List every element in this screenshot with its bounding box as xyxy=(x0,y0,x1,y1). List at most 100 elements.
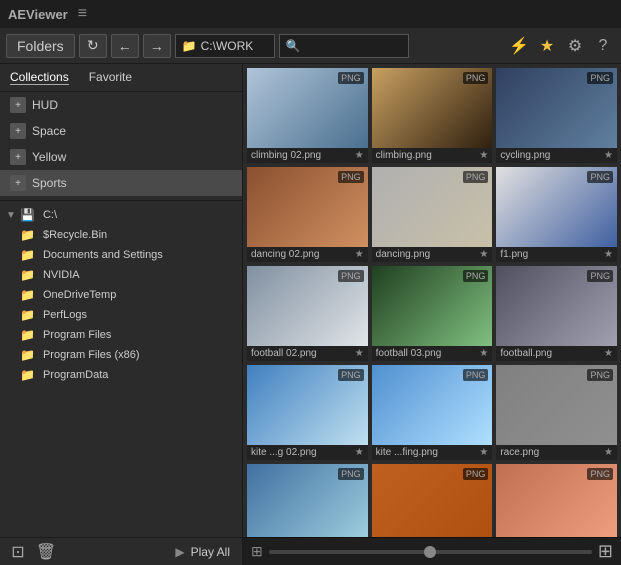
delete-btn[interactable]: 🗑 xyxy=(34,540,58,564)
thumb-star-climbing[interactable]: ★ xyxy=(479,150,488,161)
tree-item-onedrivetemp[interactable]: 📁 OneDriveTemp xyxy=(0,285,242,305)
collection-item-hud[interactable]: +HUD xyxy=(0,92,242,118)
thumb-star-football[interactable]: ★ xyxy=(604,348,613,359)
thumb-item-climbing02[interactable]: PNGclimbing 02.png★ xyxy=(247,68,368,163)
thumb-item-run[interactable]: PNGrun.png★ xyxy=(496,464,617,537)
forward-button[interactable]: → xyxy=(143,34,171,58)
main-layout: Collections Favorite +HUD+Space+Yellow+S… xyxy=(0,64,621,565)
thumb-item-football02[interactable]: PNGfootball 02.png★ xyxy=(247,266,368,361)
thumb-star-kite02[interactable]: ★ xyxy=(355,447,364,458)
collections-tab[interactable]: Collections xyxy=(10,70,69,85)
settings-button[interactable]: ⚙ xyxy=(563,34,587,58)
thumb-star-kite[interactable]: ★ xyxy=(479,447,488,458)
thumb-image-race: PNG xyxy=(496,365,617,445)
thumb-item-kite02[interactable]: PNG kite ...g 02.png★ xyxy=(247,365,368,460)
folder-icon-programdata: 📁 xyxy=(20,368,35,382)
thumb-item-cycling[interactable]: PNG cycling.png ★ xyxy=(496,68,617,163)
thumb-badge-kite02: PNG xyxy=(338,369,364,381)
thumb-badge-f1: PNG xyxy=(587,171,613,183)
tree-item-recycle[interactable]: 📁$Recycle.Bin xyxy=(0,225,242,245)
refresh-button[interactable]: ↻ xyxy=(79,34,107,58)
title-bar: AEViewer ≡ xyxy=(0,0,621,28)
thumb-image-climbing: PNG xyxy=(372,68,493,148)
thumb-label-row-dancing: dancing.png★ xyxy=(372,247,493,262)
back-button[interactable]: ← xyxy=(111,34,139,58)
thumb-badge-kite: PNG xyxy=(463,369,489,381)
help-button[interactable]: ? xyxy=(591,34,615,58)
thumb-item-race[interactable]: PNGrace.png★ xyxy=(496,365,617,460)
thumb-star-football02[interactable]: ★ xyxy=(355,348,364,359)
folder-icon-onedrivetemp: 📁 xyxy=(20,288,35,302)
thumb-label-row-football03: football 03.png★ xyxy=(372,346,493,361)
thumb-item-kite[interactable]: PNGkite ...fing.png★ xyxy=(372,365,493,460)
collection-item-yellow[interactable]: +Yellow xyxy=(0,144,242,170)
thumb-star-climbing02[interactable]: ★ xyxy=(355,150,364,161)
sidebar-divider xyxy=(0,200,242,201)
tree-label-programfiles: Program Files xyxy=(43,329,111,341)
thumb-label-row-kite02: kite ...g 02.png★ xyxy=(247,445,368,460)
tree-item-programfiles[interactable]: 📁Program Files xyxy=(0,325,242,345)
star-button[interactable]: ★ xyxy=(535,34,559,58)
thumb-item-run03[interactable]: PNGrun 03.png★ xyxy=(372,464,493,537)
thumb-label-row-football: football.png ★ xyxy=(496,346,617,361)
favorite-tab[interactable]: Favorite xyxy=(89,70,132,85)
thumb-star-race[interactable]: ★ xyxy=(604,447,613,458)
thumb-star-dancing[interactable]: ★ xyxy=(479,249,488,260)
thumb-label-row-f1: f1.png★ xyxy=(496,247,617,262)
menu-icon[interactable]: ≡ xyxy=(78,5,87,23)
thumb-star-dancing02[interactable]: ★ xyxy=(355,249,364,260)
thumb-star-cycling[interactable]: ★ xyxy=(604,150,613,161)
thumb-badge-football03: PNG xyxy=(463,270,489,282)
thumb-star-football03[interactable]: ★ xyxy=(479,348,488,359)
tree-label-programdata: ProgramData xyxy=(43,369,108,381)
thumb-filename-climbing: climbing.png xyxy=(376,150,432,161)
thumb-item-f1[interactable]: PNG f1.png★ xyxy=(496,167,617,262)
collection-icon-space: + xyxy=(10,123,26,139)
folder-icon: 📁 xyxy=(182,39,197,53)
thumb-label-row-cycling: cycling.png ★ xyxy=(496,148,617,163)
thumb-item-football03[interactable]: PNG football 03.png★ xyxy=(372,266,493,361)
tree-item-programdata[interactable]: 📁 ProgramData xyxy=(0,365,242,385)
thumb-image-cycling: PNG xyxy=(496,68,617,148)
thumb-star-f1[interactable]: ★ xyxy=(604,249,613,260)
tree-chevron-c-drive: ▼ xyxy=(6,210,16,221)
thumb-image-climbing02: PNG xyxy=(247,68,368,148)
size-slider[interactable] xyxy=(269,550,592,554)
thumb-badge-football: PNG xyxy=(587,270,613,282)
grid-small-icon[interactable]: ⊞ xyxy=(251,543,263,560)
folders-button[interactable]: Folders xyxy=(6,34,75,58)
thumb-badge-run03: PNG xyxy=(463,468,489,480)
thumbnail-select-btn[interactable]: ⊡ xyxy=(6,540,30,564)
thumb-badge-dancing: PNG xyxy=(463,171,489,183)
thumb-filename-cycling: cycling.png xyxy=(500,150,550,161)
help-icon: ? xyxy=(599,37,608,55)
tree-item-nvidia[interactable]: 📁NVIDIA xyxy=(0,265,242,285)
thumb-image-football02: PNG xyxy=(247,266,368,346)
thumb-item-dancing[interactable]: PNG dancing.png★ xyxy=(372,167,493,262)
content-area: PNGclimbing 02.png★PNGclimbing.png★PNGcy… xyxy=(243,64,621,565)
sidebar-bottom: ⊡ 🗑 ▶ Play All xyxy=(0,537,242,565)
tree-label-onedrivetemp: OneDriveTemp xyxy=(43,289,116,301)
thumb-filename-football: football.png xyxy=(500,348,552,359)
app-title: AEViewer xyxy=(8,7,68,22)
search-box[interactable]: 🔍 xyxy=(279,34,409,58)
tree-item-perflogs[interactable]: 📁PerfLogs xyxy=(0,305,242,325)
thumb-image-kite02: PNG xyxy=(247,365,368,445)
tree-item-c-drive[interactable]: ▼💾C:\ xyxy=(0,205,242,225)
tree-label-perflogs: PerfLogs xyxy=(43,309,87,321)
thumb-item-dancing02[interactable]: PNGdancing 02.png★ xyxy=(247,167,368,262)
tree-item-docsettings[interactable]: 📁Documents and Settings xyxy=(0,245,242,265)
thumb-item-run02[interactable]: PNGrun 02.png★ xyxy=(247,464,368,537)
grid-large-icon[interactable]: ⊞ xyxy=(598,541,613,562)
path-box[interactable]: 📁 C:\WORK xyxy=(175,34,275,58)
collection-item-sports[interactable]: +Sports xyxy=(0,170,242,196)
plugin-button[interactable]: ⚡ xyxy=(507,34,531,58)
collection-item-space[interactable]: +Space xyxy=(0,118,242,144)
tree-item-programfilesx86[interactable]: 📁Program Files (x86) xyxy=(0,345,242,365)
thumb-item-football[interactable]: PNG football.png ★ xyxy=(496,266,617,361)
play-all-item[interactable]: ▶ Play All xyxy=(169,543,236,561)
thumb-label-row-climbing: climbing.png ★ xyxy=(372,148,493,163)
play-all-chevron: ▶ xyxy=(175,545,184,559)
play-all-label: Play All xyxy=(191,545,230,559)
thumb-item-climbing[interactable]: PNG climbing.png ★ xyxy=(372,68,493,163)
